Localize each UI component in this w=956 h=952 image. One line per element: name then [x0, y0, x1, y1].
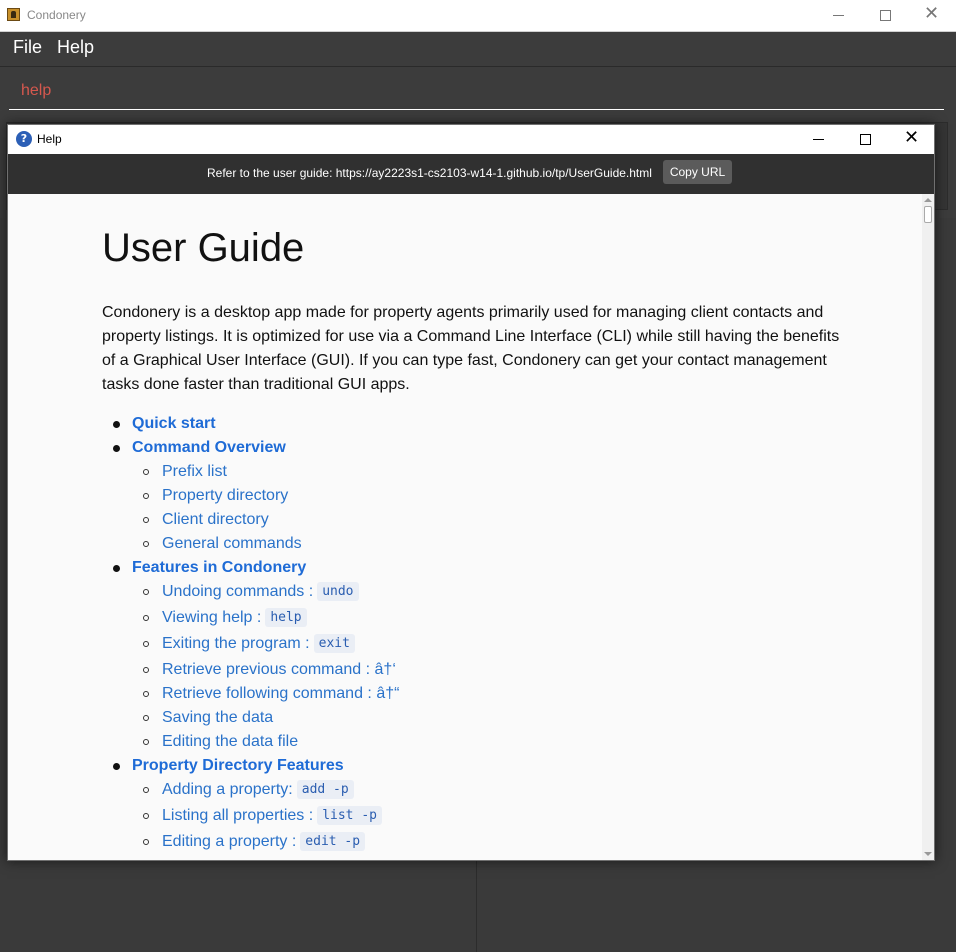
toc-subsection-link[interactable]: Adding a property: add -p [143, 778, 354, 802]
maximize-button[interactable] [862, 0, 908, 31]
toc-section-link[interactable]: Property Directory Features [113, 754, 344, 778]
bullet-disc-icon [113, 421, 120, 428]
toc-link-text: Viewing help : [162, 609, 262, 626]
bullet-disc-icon [113, 565, 120, 572]
minimize-button[interactable] [816, 0, 862, 31]
toc-command-code: help [265, 608, 307, 627]
toc-command-code: exit [313, 634, 355, 653]
toc-subsection-link[interactable]: Retrieve previous command : â†‘ [143, 658, 396, 682]
help-window-title: Help [37, 132, 62, 146]
maximize-icon [860, 134, 871, 145]
toc-link-text: Saving the data [162, 709, 274, 726]
bullet-circle-icon [143, 715, 149, 721]
bullet-circle-icon [143, 691, 149, 697]
toc-subsection-link[interactable]: Exiting the program : exit [143, 632, 355, 656]
toc-subsection-link[interactable]: Prefix list [143, 460, 227, 484]
toc-subsection-link[interactable]: Saving the data [143, 706, 274, 730]
toc-section-link[interactable]: Features in Condonery [113, 556, 307, 580]
bullet-circle-icon [143, 469, 149, 475]
help-minimize-button[interactable] [796, 125, 842, 154]
bullet-circle-icon [143, 517, 149, 523]
user-guide-url-text: Refer to the user guide: https://ay2223s… [207, 166, 652, 180]
toc-link-text: Adding a property: [162, 781, 293, 798]
bullet-circle-icon [143, 641, 149, 647]
close-icon: ✕ [904, 127, 920, 148]
toc-command-code: add -p [296, 780, 354, 799]
toc-link-text: Editing a property : [162, 833, 297, 850]
help-maximize-button[interactable] [842, 125, 888, 154]
app-icon [7, 8, 20, 21]
toc-link-text: Listing all properties : [162, 807, 314, 824]
toc-link-text: Prefix list [162, 463, 227, 480]
copy-url-button[interactable]: Copy URL [663, 160, 732, 184]
close-button[interactable]: ✕ [908, 0, 954, 31]
bullet-circle-icon [143, 615, 149, 621]
bullet-circle-icon [143, 589, 149, 595]
help-close-button[interactable]: ✕ [888, 125, 934, 154]
bullet-disc-icon [113, 763, 120, 770]
toc-section-link[interactable]: Quick start [113, 412, 216, 436]
help-window: ? Help ✕ Refer to the user guide: https:… [7, 124, 935, 861]
scrollbar-thumb[interactable] [924, 206, 932, 223]
toc-subsection-link[interactable]: General commands [143, 532, 302, 556]
toc-link-text: Quick start [132, 415, 216, 432]
toc-link-text: Retrieve following command : â†“ [162, 685, 400, 702]
menu-bar: File Help [0, 32, 956, 67]
bullet-disc-icon [113, 445, 120, 452]
bullet-circle-icon [143, 541, 149, 547]
bullet-circle-icon [143, 839, 149, 845]
toc-subsection-link[interactable]: Editing the data file [143, 730, 299, 754]
minimize-icon [813, 139, 824, 140]
scroll-down-arrow-icon[interactable] [924, 852, 932, 856]
maximize-icon [880, 10, 891, 21]
minimize-icon [833, 15, 844, 16]
toc-command-code: list -p [317, 806, 382, 825]
vertical-scrollbar[interactable] [922, 194, 934, 860]
toc-link-text: Command Overview [132, 439, 286, 456]
toc-link-text: Features in Condonery [132, 559, 307, 576]
window-title: Condonery [27, 8, 86, 22]
toc-subsection-link[interactable]: Viewing help : help [143, 606, 307, 630]
menu-help[interactable]: Help [57, 37, 94, 58]
toc-link-text: Property Directory Features [132, 757, 344, 774]
toc-subsection-link[interactable]: Property directory [143, 484, 289, 508]
url-bar: Refer to the user guide: https://ay2223s… [8, 154, 934, 194]
toc-link-text: Editing the data file [162, 733, 299, 750]
menu-file[interactable]: File [13, 37, 42, 58]
toc-link-text: Exiting the program : [162, 635, 310, 652]
doc-intro: Condonery is a desktop app made for prop… [102, 304, 840, 393]
command-box: help [0, 67, 956, 121]
toc-subsection-link[interactable]: Editing a property : edit -p [143, 830, 366, 854]
bullet-circle-icon [143, 667, 149, 673]
command-input[interactable]: help [9, 75, 944, 110]
main-title-bar: Condonery ✕ [0, 0, 956, 32]
toc-link-text: Retrieve previous command : â†‘ [162, 661, 396, 678]
toc-command-code: undo [317, 582, 359, 601]
help-title-bar: ? Help ✕ [8, 125, 934, 154]
bullet-circle-icon [143, 739, 149, 745]
bullet-circle-icon [143, 813, 149, 819]
toc-link-text: Property directory [162, 487, 289, 504]
doc-title: User Guide [102, 226, 305, 270]
toc-subsection-link[interactable]: Undoing commands : undo [143, 580, 359, 604]
toc-subsection-link[interactable]: Retrieve following command : â†“ [143, 682, 400, 706]
user-guide-content[interactable]: User Guide Condonery is a desktop app ma… [8, 194, 922, 860]
toc-link-text: General commands [162, 535, 302, 552]
close-icon: ✕ [924, 3, 940, 24]
bullet-circle-icon [143, 787, 149, 793]
toc-link-text: Undoing commands : [162, 583, 314, 600]
help-question-icon: ? [16, 131, 32, 147]
toc-subsection-link[interactable]: Client directory [143, 508, 269, 532]
toc-link-text: Client directory [162, 511, 269, 528]
toc-command-code: edit -p [300, 832, 366, 851]
bullet-circle-icon [143, 493, 149, 499]
scroll-up-arrow-icon[interactable] [924, 198, 932, 202]
toc-section-link[interactable]: Command Overview [113, 436, 286, 460]
toc-subsection-link[interactable]: Listing all properties : list -p [143, 804, 382, 828]
